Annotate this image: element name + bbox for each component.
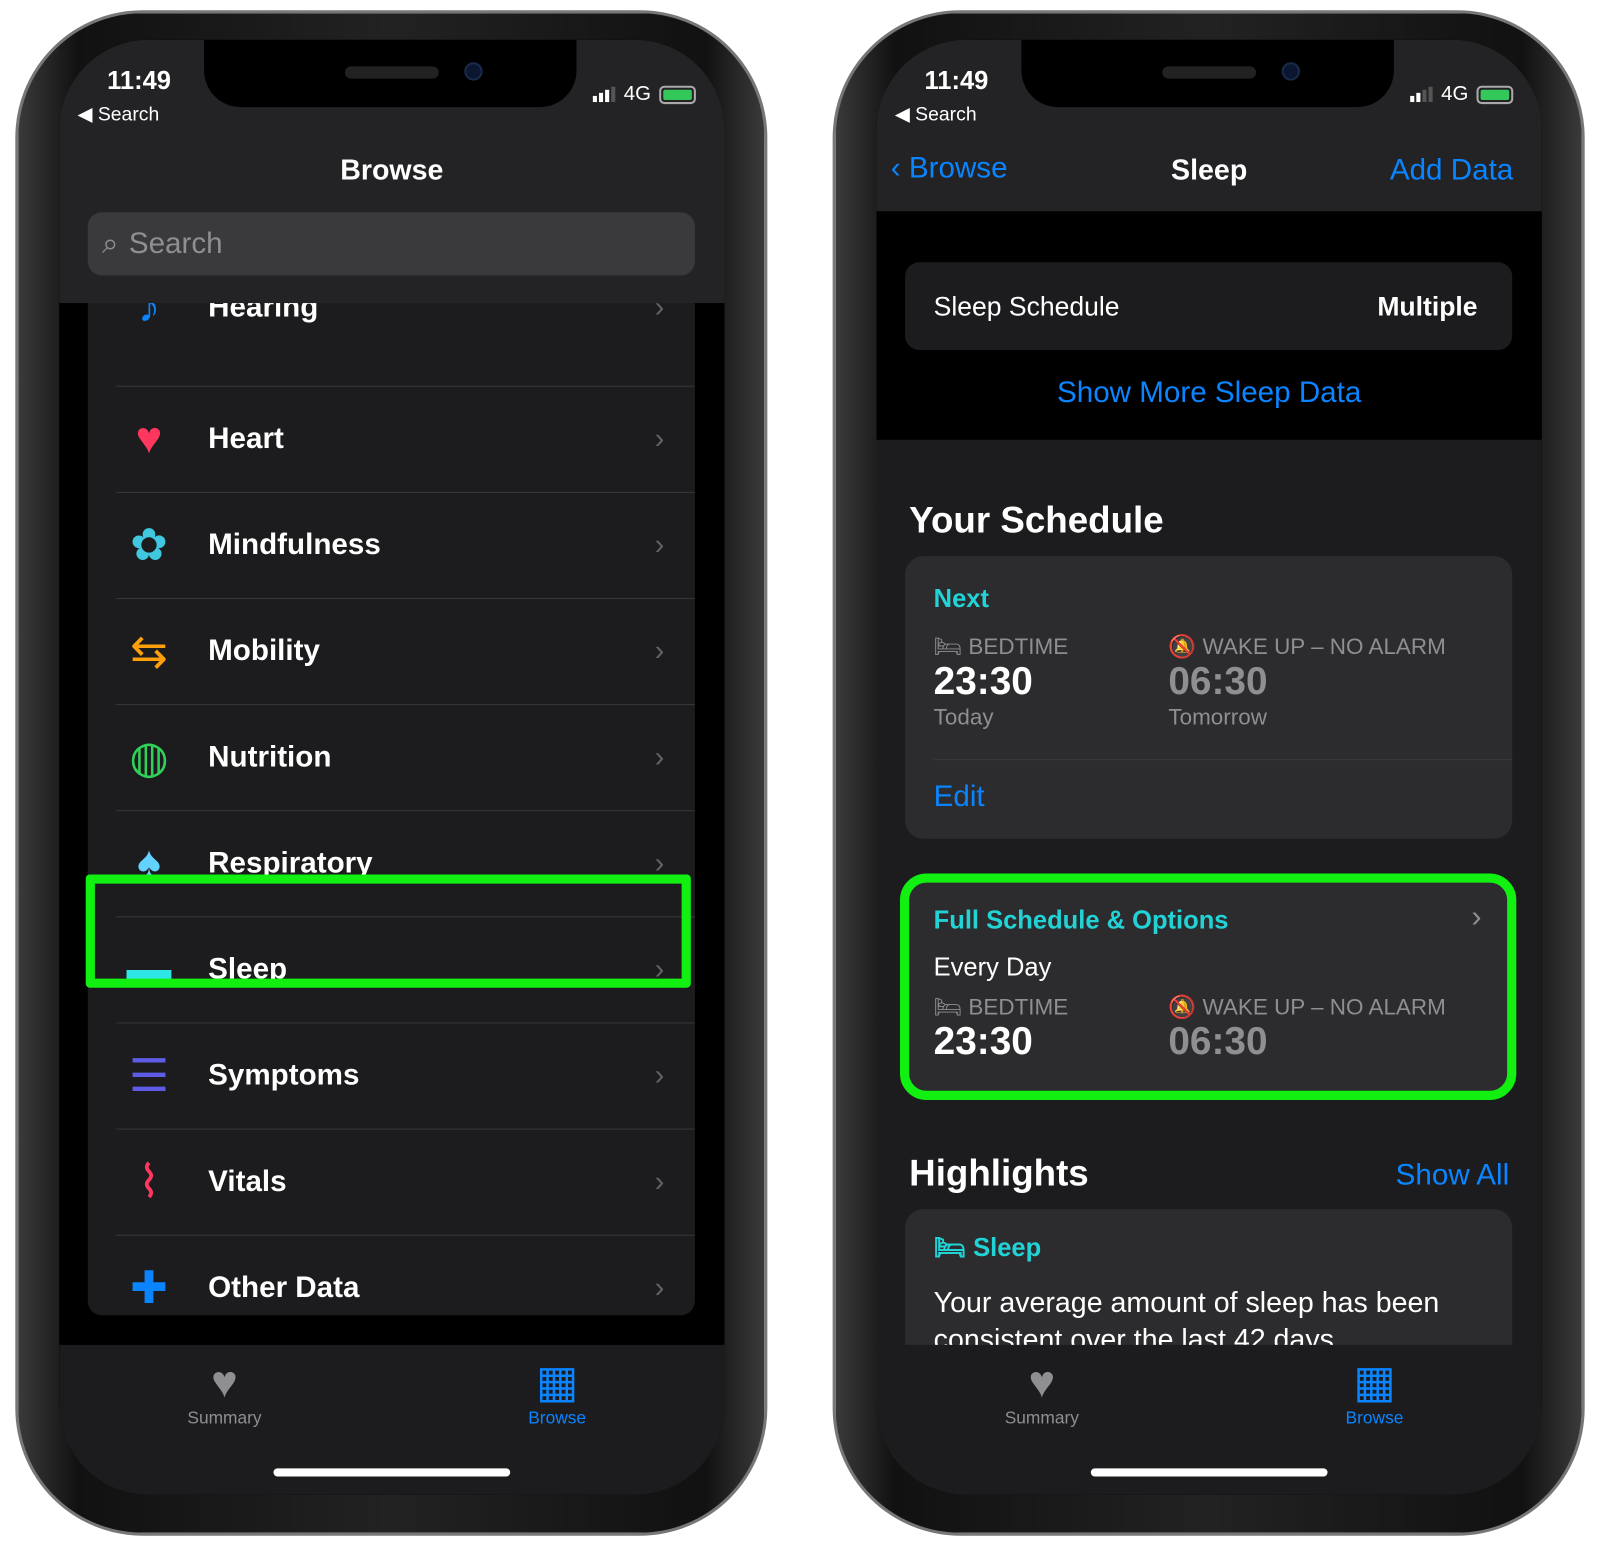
chevron-right-icon: › [654, 422, 665, 455]
bedtime-label: BEDTIME [968, 633, 1069, 660]
network-label: 4G [1441, 82, 1469, 106]
plus-icon: ✚ [130, 1262, 168, 1313]
status-icons: 4G [593, 83, 696, 106]
notch [1021, 39, 1394, 108]
list-item-mindfulness[interactable]: ✿ Mindfulness › [88, 491, 695, 598]
bed-icon: 🛏 [933, 633, 969, 660]
highlight-title: Sleep [973, 1233, 1042, 1263]
heartbeat-icon: ⌇ [138, 1156, 160, 1207]
category-list: ♪ Hearing › ♥ Heart › ✿ Mindfulness › ⇆ Mobility ›… [87, 243, 695, 1316]
sleep-schedule-row[interactable]: Sleep Schedule Multiple [905, 262, 1513, 350]
show-all-link[interactable]: Show All [1396, 1159, 1510, 1193]
signal-icon [1410, 86, 1433, 103]
page-title: Browse [340, 154, 444, 186]
edit-button[interactable]: Edit [934, 781, 985, 815]
chevron-right-icon: › [654, 1059, 665, 1091]
list-item-mobility[interactable]: ⇆ Mobility › [88, 597, 695, 704]
your-schedule-heading: Your Schedule [909, 498, 1164, 541]
wake-block: 🔕 WAKE UP – NO ALARM 06:30 Tomorrow [1168, 634, 1445, 731]
back-label: Search [915, 104, 977, 126]
bedtime-block: 🛏 BEDTIME 23:30 Today [934, 634, 1069, 731]
chevron-right-icon: › [654, 528, 665, 561]
right-screen: 11:49 ◀ Search 4G ‹ Browse Sleep Add Dat… [876, 39, 1542, 1495]
back-to-search[interactable]: ◀ Search [78, 103, 160, 126]
clipboard-icon: ☰ [128, 1050, 170, 1101]
chevron-right-icon: › [654, 740, 665, 773]
network-label: 4G [623, 82, 652, 106]
status-time: 11:49 [107, 66, 171, 95]
heart-icon: ♥ [135, 413, 163, 464]
heart-icon: ♥ [211, 1357, 238, 1408]
back-triangle-icon: ◀ [894, 104, 916, 126]
home-indicator [273, 1468, 511, 1477]
chevron-right-icon: › [654, 1165, 665, 1197]
list-item-vitals[interactable]: ⌇ Vitals › [88, 1128, 695, 1235]
wake-day: Tomorrow [1168, 704, 1267, 730]
tab-label: Summary [1004, 1408, 1079, 1428]
back-triangle-icon: ◀ [77, 104, 98, 126]
flower-icon: ✿ [130, 519, 168, 570]
sleep-highlight-box [85, 874, 691, 988]
row-label: Sleep Schedule [933, 290, 1120, 321]
signal-icon [593, 86, 616, 103]
row-label: Mindfulness [208, 528, 381, 561]
tab-label: Summary [187, 1408, 262, 1428]
full-schedule-highlight-box [899, 873, 1517, 1100]
bedtime-day: Today [933, 704, 994, 730]
list-item-symptoms[interactable]: ☰ Symptoms › [88, 1022, 695, 1128]
tab-label: Browse [528, 1408, 587, 1428]
camera-icon [464, 62, 483, 81]
list-item-heart[interactable]: ♥ Heart › [88, 385, 695, 492]
wake-label: WAKE UP – NO ALARM [1202, 633, 1446, 660]
chevron-right-icon: › [654, 634, 665, 667]
battery-charging-icon [1476, 85, 1514, 104]
next-label: Next [933, 584, 989, 614]
tab-browse[interactable]: ▦ Browse [1313, 1357, 1435, 1428]
row-label: Symptoms [208, 1058, 360, 1092]
arrows-icon: ⇆ [130, 626, 168, 677]
right-phone: 11:49 ◀ Search 4G ‹ Browse Sleep Add Dat… [832, 10, 1585, 1536]
notch [204, 39, 577, 108]
show-more-sleep-data-link[interactable]: Show More Sleep Data [877, 377, 1542, 411]
grid-icon: ▦ [1353, 1357, 1396, 1408]
heart-icon: ♥ [1028, 1357, 1056, 1408]
status-time: 11:49 [924, 66, 989, 95]
bed-icon: 🛏 [933, 1233, 974, 1263]
back-to-search[interactable]: ◀ Search [895, 103, 977, 126]
tab-summary[interactable]: ♥ Summary [981, 1357, 1103, 1428]
left-screen: 11:49 ◀ Search 4G Browse ⌕ Search ♪ Hearin… [59, 39, 725, 1495]
row-label: Vitals [208, 1164, 287, 1198]
tab-browse[interactable]: ▦ Browse [496, 1357, 618, 1428]
search-placeholder: Search [128, 227, 223, 260]
bell-slash-icon: 🔕 [1168, 633, 1203, 660]
home-indicator [1090, 1468, 1328, 1477]
status-icons: 4G [1410, 82, 1514, 106]
grid-icon: ▦ [535, 1357, 579, 1408]
highlights-heading: Highlights [909, 1152, 1089, 1194]
tab-label: Browse [1345, 1408, 1404, 1428]
row-value: Multiple [1377, 290, 1478, 321]
list-item-nutrition[interactable]: ◍ Nutrition › [88, 704, 695, 810]
chevron-right-icon: › [654, 1271, 665, 1304]
add-data-button[interactable]: Add Data [1390, 154, 1513, 188]
apple-icon: ◍ [129, 732, 169, 783]
row-label: Heart [208, 421, 284, 455]
row-label: Nutrition [208, 740, 332, 773]
next-schedule-card: Next 🛏 BEDTIME 23:30 Today 🔕 WAKE UP – NO … [905, 556, 1513, 839]
row-label: Mobility [208, 634, 320, 667]
search-input[interactable]: ⌕ Search [87, 212, 695, 276]
search-icon: ⌕ [102, 227, 119, 260]
row-label: Other Data [208, 1270, 360, 1304]
camera-icon [1281, 62, 1300, 81]
wake-value: 06:30 [1168, 660, 1268, 704]
left-phone: 11:49 ◀ Search 4G Browse ⌕ Search ♪ Hearin… [15, 10, 768, 1536]
battery-charging-icon [659, 85, 696, 104]
back-label: Search [97, 104, 160, 126]
list-item-other-data[interactable]: ✚ Other Data › [88, 1234, 695, 1316]
tab-summary[interactable]: ♥ Summary [163, 1357, 285, 1428]
bedtime-value: 23:30 [933, 660, 1033, 704]
